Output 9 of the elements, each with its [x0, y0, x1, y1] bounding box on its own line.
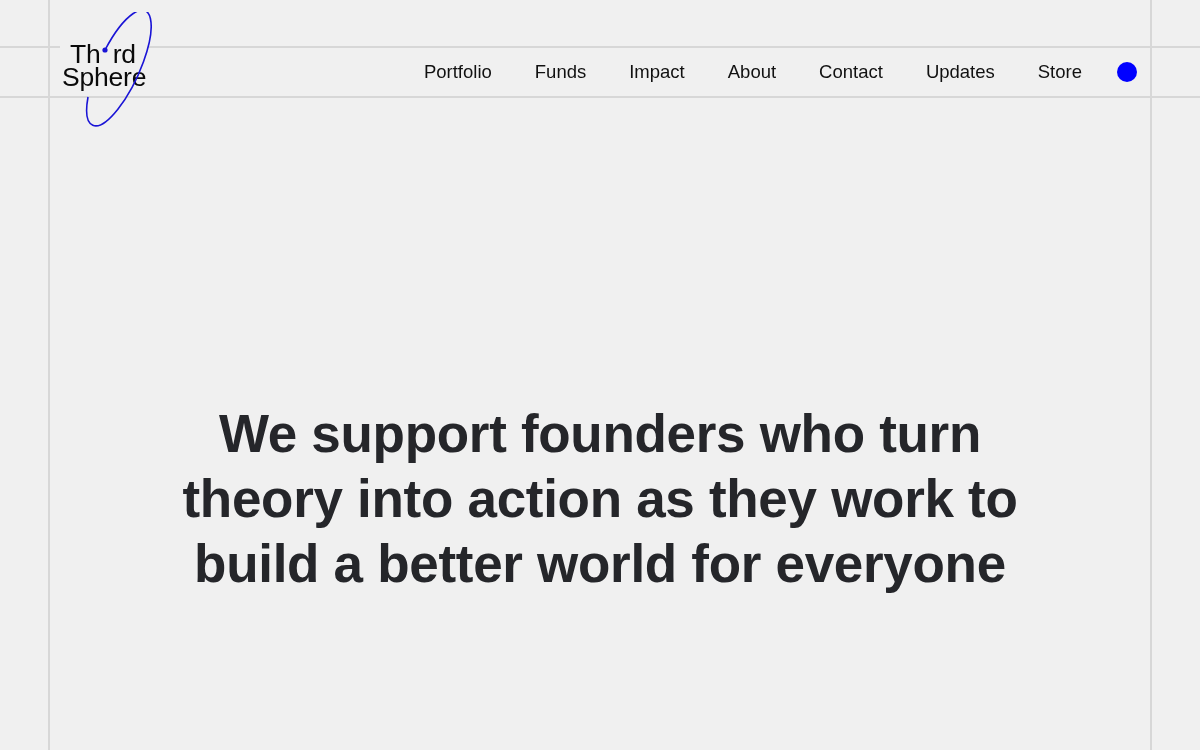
nav-link[interactable]: Store [1037, 61, 1082, 83]
nav-link[interactable]: Contact [819, 61, 883, 83]
nav-link[interactable]: Portfolio [423, 61, 492, 83]
nav-link[interactable]: Funds [534, 61, 587, 83]
nav-link[interactable]: Updates [925, 61, 995, 83]
nav-link[interactable]: About [727, 61, 777, 83]
dot-icon[interactable] [1117, 62, 1137, 82]
nav-link[interactable]: Impact [629, 61, 685, 83]
hero-headline: We support founders who turn theory into action as they work to build a better world for everyone [182, 403, 1018, 595]
